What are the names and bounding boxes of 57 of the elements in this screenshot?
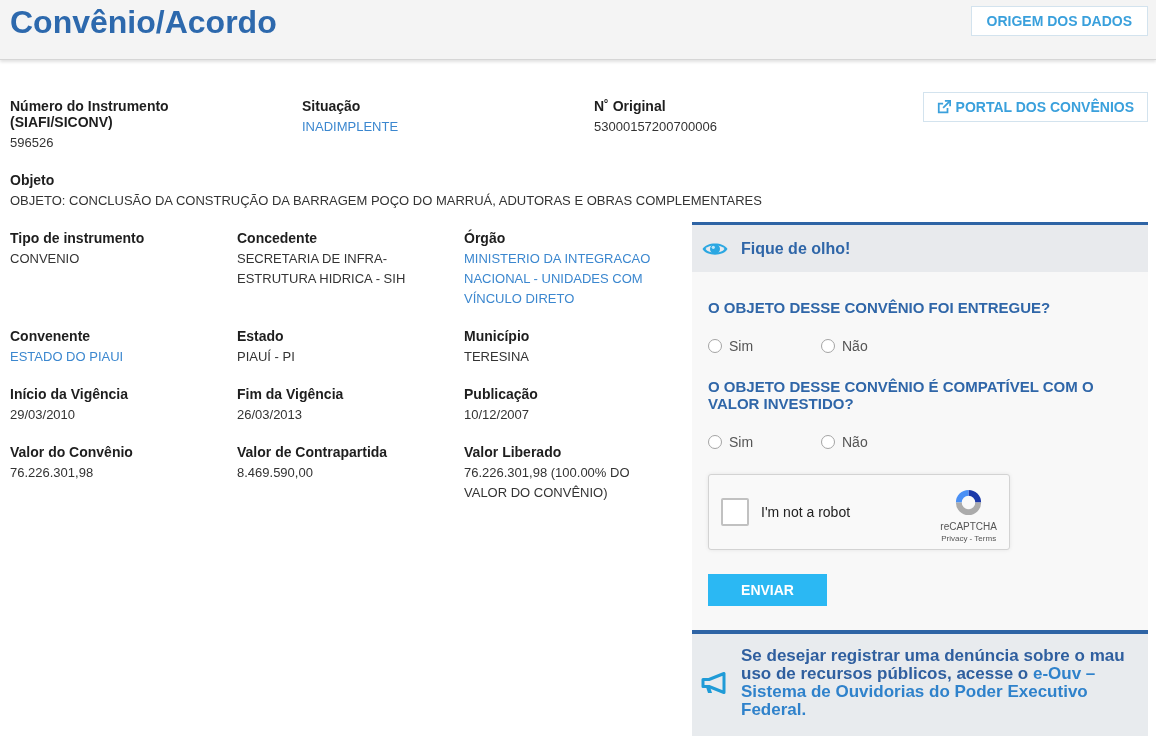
- field-label: Estado: [237, 328, 284, 344]
- field-label: Valor de Contrapartida: [237, 444, 388, 460]
- field-label: Objeto: [10, 172, 55, 188]
- field-label: Início da Vigência: [10, 386, 128, 402]
- field-label: Valor Liberado: [464, 444, 562, 460]
- field-value: 8.469.590,00: [237, 464, 313, 482]
- field-label: Situação: [302, 98, 361, 114]
- ouvidoria-link[interactable]: Federal.: [741, 700, 807, 719]
- field-label: Convenente: [10, 328, 91, 344]
- captcha-checkbox[interactable]: [721, 498, 749, 526]
- field-value: 10/12/2007: [464, 406, 530, 424]
- radio-label[interactable]: Sim: [729, 338, 754, 354]
- captcha-label: I'm not a robot: [761, 504, 851, 520]
- radio-label[interactable]: Sim: [729, 434, 754, 450]
- field-label: Fim da Vigência: [237, 386, 344, 402]
- field-label: Órgão: [464, 230, 506, 246]
- field-link[interactable]: INADIMPLENTE: [302, 117, 399, 137]
- field-value: CONVENIO: [10, 250, 80, 268]
- field-value: PIAUÍ - PI: [237, 348, 295, 366]
- external-link-icon: [936, 100, 951, 114]
- radio-button[interactable]: [821, 339, 835, 353]
- portal-button[interactable]: PORTAL DOS CONVÊNIOS: [922, 92, 1148, 122]
- field-label: N˚ Original: [594, 98, 666, 114]
- field-label: Concedente: [237, 230, 318, 246]
- field-label: Número do Instrumento (SIAFI/SICONV): [10, 98, 169, 130]
- field-label: Tipo de instrumento: [10, 230, 145, 246]
- panel-title: Fique de olho!: [741, 239, 851, 258]
- field-value: 76.226.301,98 (100.00% DO VALOR DO CONVÊNIO): [464, 464, 631, 502]
- field-label: Município: [464, 328, 530, 344]
- field-value: 76.226.301,98: [10, 464, 94, 482]
- field-link[interactable]: MINISTERIO DA INTEGRACAO NACIONAL - UNIDADES COM VÍNCULO DIRETO: [464, 249, 670, 309]
- submit-button[interactable]: ENVIAR: [708, 574, 827, 606]
- field-value: TERESINA: [464, 348, 529, 366]
- field-link[interactable]: ESTADO DO PIAUI: [10, 347, 124, 367]
- field-value: 596526: [10, 134, 54, 152]
- radio-button[interactable]: [708, 339, 722, 353]
- ouvidoria-link[interactable]: e-Ouv –: [1032, 664, 1096, 683]
- field-value: 53000157200700006: [594, 118, 717, 136]
- captcha-brand-text: reCAPTCHA: [940, 520, 997, 533]
- field-label: Valor do Convênio: [10, 444, 133, 460]
- megaphone-icon: [700, 671, 728, 695]
- question-text: O OBJETO DESSE CONVÊNIO FOI ENTREGUE?: [708, 299, 1052, 316]
- field-value: 26/03/2013: [237, 406, 303, 424]
- page-title: Convênio/Acordo: [10, 3, 277, 42]
- radio-label[interactable]: Não: [842, 338, 868, 354]
- radio-label[interactable]: Não: [842, 434, 868, 450]
- field-value: 29/03/2010: [10, 406, 76, 424]
- data-source-button[interactable]: ORIGEM DOS DADOS: [970, 6, 1148, 36]
- radio-button[interactable]: [708, 435, 722, 449]
- field-value: OBJETO: CONCLUSÃO DA CONSTRUÇÃO DA BARRAGEM POÇO DO MARRUÁ, ADUTORAS E OBRAS COMPLEMENTARES: [10, 192, 762, 210]
- field-label: Publicação: [464, 386, 538, 402]
- ouvidoria-link[interactable]: Sistema de Ouvidorias do Poder Executivo: [741, 682, 1088, 701]
- field-value: SECRETARIA DE INFRA-ESTRUTURA HIDRICA - SIH: [237, 250, 407, 288]
- question-text: O OBJETO DESSE CONVÊNIO É COMPATÍVEL COM O VALOR INVESTIDO?: [708, 378, 1095, 412]
- radio-button[interactable]: [821, 435, 835, 449]
- report-notice-text: Se desejar registrar uma denúncia sobre o mau uso de recursos públicos, acesse o e-Ouv – Sistema de Ouvidorias do Poder Executivo Federal.: [741, 647, 1126, 719]
- captcha-privacy-terms[interactable]: Privacy - Terms: [941, 532, 997, 544]
